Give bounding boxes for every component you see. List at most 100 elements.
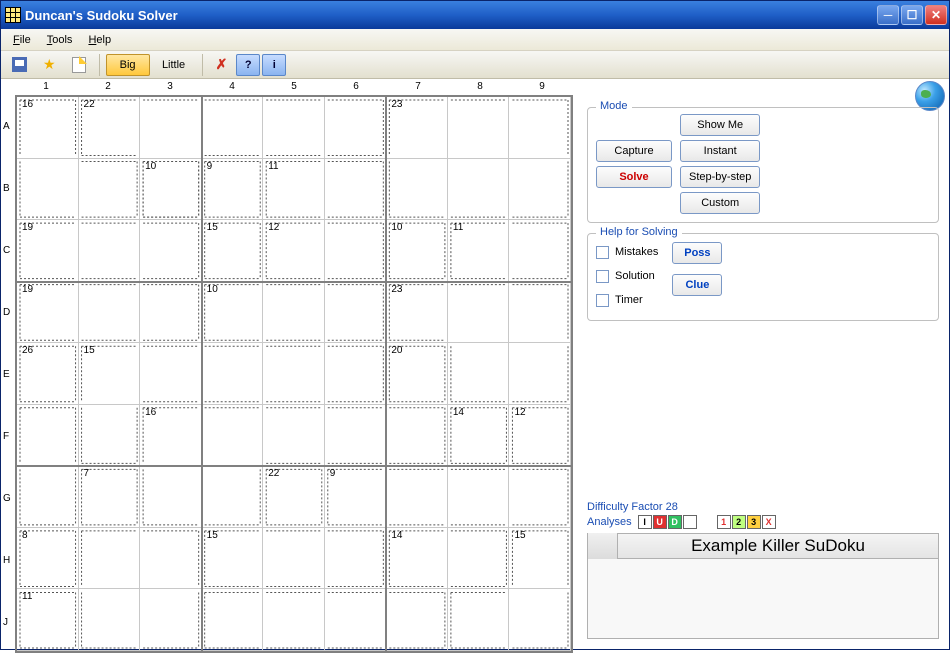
grid-cell[interactable]	[202, 282, 264, 344]
grid-cell[interactable]	[79, 405, 141, 467]
grid-cell[interactable]	[263, 159, 325, 221]
grid-cell[interactable]	[140, 589, 202, 651]
grid-cell[interactable]	[17, 528, 79, 590]
grid-cell[interactable]	[17, 220, 79, 282]
grid-cell[interactable]	[325, 282, 387, 344]
grid-cell[interactable]	[79, 466, 141, 528]
grid-cell[interactable]	[325, 466, 387, 528]
grid-cell[interactable]	[325, 220, 387, 282]
grid-cell[interactable]	[325, 159, 387, 221]
grid-cell[interactable]	[263, 343, 325, 405]
grid-cell[interactable]	[79, 159, 141, 221]
grid-cell[interactable]	[509, 282, 571, 344]
grid-cell[interactable]	[386, 97, 448, 159]
big-button[interactable]: Big	[106, 54, 150, 76]
grid-cell[interactable]	[79, 220, 141, 282]
help-button[interactable]: ?	[236, 54, 260, 76]
grid-cell[interactable]	[325, 405, 387, 467]
grid-cell[interactable]	[79, 343, 141, 405]
analysis-badge[interactable]: X	[762, 515, 776, 529]
grid-cell[interactable]	[140, 343, 202, 405]
grid-cell[interactable]	[79, 589, 141, 651]
grid-cell[interactable]	[448, 466, 510, 528]
analysis-badge[interactable]	[683, 515, 697, 529]
grid-cell[interactable]	[17, 589, 79, 651]
example-tab[interactable]	[588, 533, 618, 559]
grid-cell[interactable]	[17, 405, 79, 467]
grid-cell[interactable]	[325, 343, 387, 405]
capture-button[interactable]: Capture	[596, 140, 672, 162]
grid-cell[interactable]	[509, 220, 571, 282]
custom-button[interactable]: Custom	[680, 192, 760, 214]
save-button[interactable]	[5, 54, 34, 76]
step-by-step-button[interactable]: Step-by-step	[680, 166, 760, 188]
info-button[interactable]: i	[262, 54, 286, 76]
grid-cell[interactable]	[140, 405, 202, 467]
close-button[interactable]: ✕	[925, 5, 947, 25]
analysis-badge[interactable]: 3	[747, 515, 761, 529]
grid-cell[interactable]	[263, 282, 325, 344]
grid-cell[interactable]	[263, 97, 325, 159]
grid-cell[interactable]	[202, 97, 264, 159]
menu-file[interactable]: File	[5, 32, 39, 48]
grid-cell[interactable]	[263, 220, 325, 282]
grid-cell[interactable]	[448, 528, 510, 590]
new-button[interactable]	[65, 54, 93, 76]
grid-cell[interactable]	[325, 528, 387, 590]
grid-cell[interactable]	[509, 405, 571, 467]
grid-cell[interactable]	[448, 97, 510, 159]
grid-cell[interactable]	[17, 282, 79, 344]
grid-cell[interactable]	[202, 220, 264, 282]
grid-cell[interactable]	[202, 589, 264, 651]
favorite-button[interactable]: ★	[36, 54, 63, 76]
grid-cell[interactable]	[202, 343, 264, 405]
poss-button[interactable]: Poss	[672, 242, 722, 264]
instant-button[interactable]: Instant	[680, 140, 760, 162]
menu-help[interactable]: Help	[80, 32, 119, 48]
grid-cell[interactable]	[448, 343, 510, 405]
grid-cell[interactable]	[263, 528, 325, 590]
grid-cell[interactable]	[386, 589, 448, 651]
clear-button[interactable]: ✗	[209, 54, 235, 76]
grid-cell[interactable]	[79, 282, 141, 344]
grid-cell[interactable]	[509, 97, 571, 159]
grid-cell[interactable]	[140, 282, 202, 344]
menu-tools[interactable]: Tools	[39, 32, 81, 48]
grid-cell[interactable]	[17, 343, 79, 405]
solve-button[interactable]: Solve	[596, 166, 672, 188]
grid-cell[interactable]	[140, 466, 202, 528]
analysis-badge[interactable]: 2	[732, 515, 746, 529]
grid-cell[interactable]	[17, 466, 79, 528]
minimize-button[interactable]: ─	[877, 5, 899, 25]
little-button[interactable]: Little	[152, 54, 196, 76]
maximize-button[interactable]: ☐	[901, 5, 923, 25]
grid-cell[interactable]	[202, 405, 264, 467]
grid-cell[interactable]	[509, 589, 571, 651]
grid-cell[interactable]	[386, 220, 448, 282]
grid-cell[interactable]	[263, 405, 325, 467]
grid-cell[interactable]	[448, 220, 510, 282]
analysis-badge[interactable]: U	[653, 515, 667, 529]
grid-cell[interactable]	[448, 405, 510, 467]
grid-cell[interactable]	[17, 159, 79, 221]
grid-cell[interactable]	[325, 97, 387, 159]
analysis-badge[interactable]: I	[638, 515, 652, 529]
grid-cell[interactable]	[386, 405, 448, 467]
grid-cell[interactable]	[448, 589, 510, 651]
grid-cell[interactable]	[140, 159, 202, 221]
grid-cell[interactable]	[386, 159, 448, 221]
grid-cell[interactable]	[509, 343, 571, 405]
grid-cell[interactable]	[509, 159, 571, 221]
grid-cell[interactable]	[79, 528, 141, 590]
grid-cell[interactable]	[263, 589, 325, 651]
clue-button[interactable]: Clue	[672, 274, 722, 296]
grid-cell[interactable]	[448, 282, 510, 344]
solution-checkbox[interactable]	[596, 270, 609, 283]
grid-cell[interactable]	[509, 528, 571, 590]
grid-cell[interactable]	[140, 97, 202, 159]
sudoku-grid[interactable]: 1622231091119151210111910232615201614127…	[15, 95, 573, 653]
grid-cell[interactable]	[325, 589, 387, 651]
grid-cell[interactable]	[263, 466, 325, 528]
timer-checkbox[interactable]	[596, 294, 609, 307]
mistakes-checkbox[interactable]	[596, 246, 609, 259]
